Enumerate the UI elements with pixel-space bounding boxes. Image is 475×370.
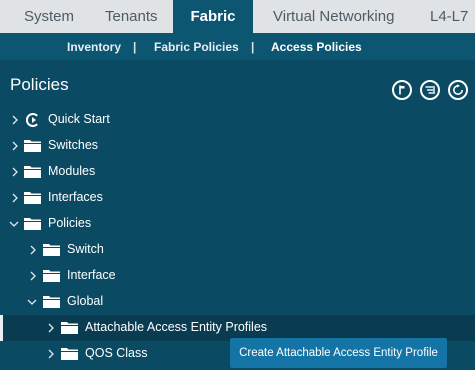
folder-icon xyxy=(61,347,78,360)
flag-icon[interactable] xyxy=(392,80,412,100)
sub-nav: Inventory | Fabric Policies | Access Pol… xyxy=(0,33,475,60)
tree-item-interfaces[interactable]: Interfaces xyxy=(0,185,475,211)
tree-item-label: Global xyxy=(67,294,104,308)
tree-item-policies[interactable]: Policies xyxy=(0,211,475,237)
quick-start-icon xyxy=(24,111,42,129)
folder-icon xyxy=(24,191,41,204)
panel-title: Policies xyxy=(10,75,69,94)
tree-item-label: Switches xyxy=(48,138,99,152)
tab-fabric[interactable]: Fabric xyxy=(173,0,253,33)
chevron-right-icon[interactable] xyxy=(9,133,23,159)
chevron-down-icon[interactable] xyxy=(25,289,39,315)
chevron-right-icon[interactable] xyxy=(27,237,41,263)
refresh-icon[interactable] xyxy=(448,80,468,100)
chevron-right-icon[interactable] xyxy=(27,263,41,289)
top-nav: System Tenants Fabric Virtual Networking… xyxy=(0,0,475,33)
tab-system[interactable]: System xyxy=(24,0,74,33)
folder-icon xyxy=(24,217,41,230)
tree-item-switches[interactable]: Switches xyxy=(0,133,475,159)
folder-icon xyxy=(24,165,41,178)
subnav-separator: | xyxy=(133,40,137,54)
tree-item-switch[interactable]: Switch xyxy=(0,237,475,263)
tree-item-label: Policies xyxy=(48,216,92,230)
tree-item-label: Switch xyxy=(67,242,104,256)
tab-tenants[interactable]: Tenants xyxy=(105,0,158,33)
subnav-access-policies[interactable]: Access Policies xyxy=(271,40,362,54)
chevron-down-icon[interactable] xyxy=(7,211,21,237)
folder-icon xyxy=(43,243,60,256)
folder-icon xyxy=(43,269,60,282)
tab-l4-l7[interactable]: L4-L7 xyxy=(430,0,468,33)
folder-icon xyxy=(24,139,41,152)
chevron-right-icon[interactable] xyxy=(45,315,59,341)
tree-item-label: Modules xyxy=(48,164,96,178)
tree-item-label: Interfaces xyxy=(48,190,103,204)
subnav-separator: | xyxy=(251,40,255,54)
tree-item-quick-start[interactable]: Quick Start xyxy=(0,107,475,133)
folder-icon xyxy=(43,295,60,308)
chevron-right-icon[interactable] xyxy=(9,185,23,211)
tree-item-label: Attachable Access Entity Profiles xyxy=(85,320,268,334)
tree-item-interface[interactable]: Interface xyxy=(0,263,475,289)
subnav-inventory[interactable]: Inventory xyxy=(67,40,121,54)
tree-item-label: QOS Class xyxy=(85,346,148,360)
tree-item-global[interactable]: Global xyxy=(0,289,475,315)
chevron-right-icon[interactable] xyxy=(45,341,59,367)
chevron-right-icon[interactable] xyxy=(9,159,23,185)
subnav-fabric-policies[interactable]: Fabric Policies xyxy=(154,40,239,54)
tab-virtual-networking[interactable]: Virtual Networking xyxy=(273,0,394,33)
tree-item-label: Interface xyxy=(67,268,116,282)
chevron-right-icon[interactable] xyxy=(9,107,23,133)
tree-item-modules[interactable]: Modules xyxy=(0,159,475,185)
tree-item-label: Quick Start xyxy=(48,112,110,126)
list-icon[interactable] xyxy=(420,80,440,100)
folder-icon xyxy=(61,321,78,334)
create-aaep-tooltip[interactable]: Create Attachable Access Entity Profile xyxy=(230,338,447,368)
